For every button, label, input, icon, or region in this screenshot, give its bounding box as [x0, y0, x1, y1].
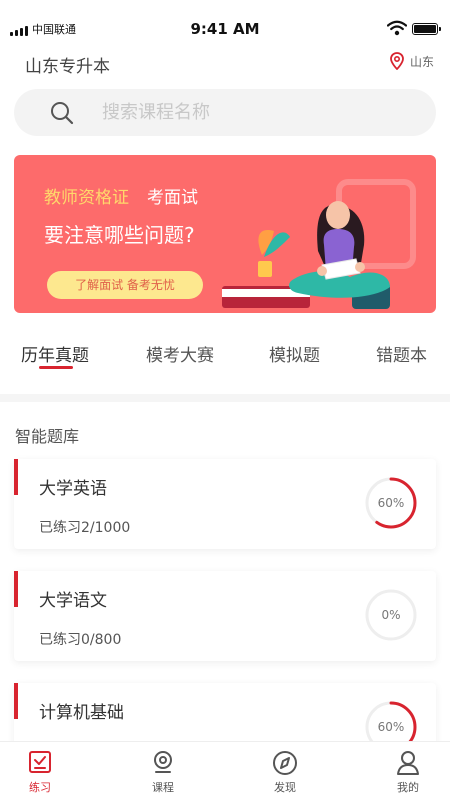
nav-label: 我的	[397, 781, 419, 794]
nav-practice[interactable]: 练习	[10, 750, 70, 795]
banner-cta-button[interactable]: 了解面试 备考无忧	[47, 271, 203, 299]
section-divider	[0, 394, 450, 402]
card-accent-bar	[14, 683, 18, 719]
nav-label: 练习	[29, 781, 51, 794]
tab-mock-contest[interactable]: 模考大赛	[146, 341, 214, 366]
reading-girl-illustration	[222, 201, 390, 309]
card-accent-bar	[14, 459, 18, 495]
nav-course[interactable]: 课程	[133, 750, 193, 795]
banner-headline-rest: 考面试	[147, 188, 198, 208]
card-title: 大学语文	[39, 591, 107, 611]
battery-icon	[412, 23, 441, 35]
nav-label: 发现	[274, 781, 296, 794]
status-bar: 中国联通 9:41 AM	[0, 0, 450, 44]
tab-practice-questions[interactable]: 模拟题	[269, 341, 320, 366]
progress-percent: 0%	[381, 608, 401, 622]
location-label: 山东	[409, 54, 434, 69]
promo-banner[interactable]: 教师资格证 考面试 要注意哪些问题? 了解面试 备考无忧	[14, 155, 436, 313]
active-tab-indicator	[39, 366, 73, 369]
location-selector[interactable]: 山东	[390, 52, 434, 70]
tab-mistake-book[interactable]: 错题本	[376, 341, 427, 366]
card-progress-text: 已练习2/1000	[39, 520, 131, 536]
course-card[interactable]: 大学英语 已练习2/1000 60%	[14, 459, 436, 549]
card-accent-bar	[14, 571, 18, 607]
course-icon	[154, 751, 172, 773]
practice-icon	[29, 751, 51, 773]
banner-headline: 教师资格证 考面试	[44, 183, 198, 208]
card-title: 计算机基础	[39, 703, 124, 723]
card-title: 大学英语	[39, 479, 107, 499]
card-progress-text: 已练习0/800	[39, 632, 122, 648]
nav-label: 课程	[152, 781, 174, 794]
category-tabs: 历年真题 模考大赛 模拟题 错题本	[0, 335, 450, 375]
status-time: 9:41 AM	[190, 20, 260, 38]
progress-percent: 60%	[377, 496, 405, 510]
bottom-nav: 练习 课程 发现 我的	[0, 741, 450, 800]
banner-subheadline: 要注意哪些问题?	[44, 223, 195, 247]
city-title[interactable]: 山东专升本	[25, 52, 110, 77]
search-icon	[51, 102, 74, 125]
location-pin-icon	[390, 52, 404, 70]
course-card[interactable]: 大学语文 已练习0/800 0%	[14, 571, 436, 661]
section-title: 智能题库	[15, 427, 80, 446]
profile-icon	[397, 751, 419, 775]
wifi-icon	[387, 20, 407, 36]
nav-profile[interactable]: 我的	[378, 750, 438, 795]
compass-icon	[273, 751, 297, 775]
search-input[interactable]	[102, 97, 402, 128]
nav-discover[interactable]: 发现	[255, 750, 315, 795]
tab-past-exams[interactable]: 历年真题	[21, 341, 89, 366]
search-bar[interactable]	[14, 89, 436, 136]
banner-highlight: 教师资格证	[44, 188, 129, 208]
